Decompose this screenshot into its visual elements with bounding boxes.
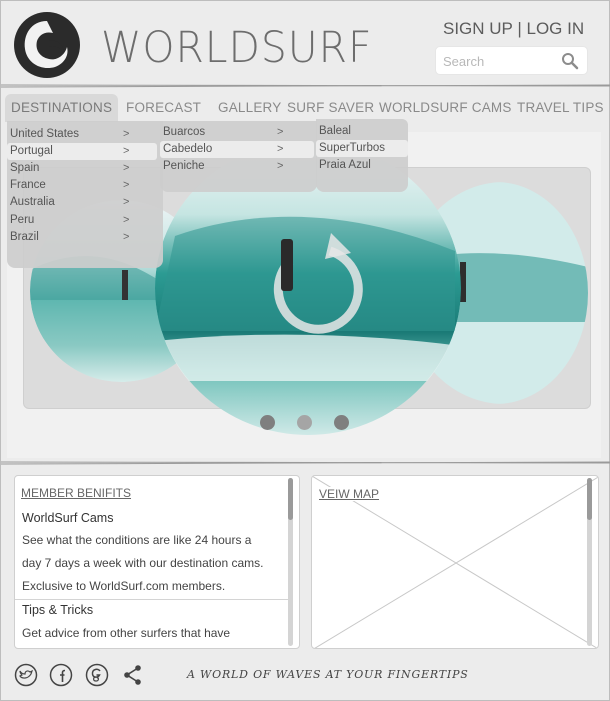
- section-text: Get advice from other surfers that have: [22, 622, 282, 645]
- text-line: Exclusive to WorldSurf.com members.: [22, 579, 226, 593]
- country-item-selected[interactable]: Portugal: [7, 143, 157, 160]
- scrollbar[interactable]: [587, 478, 592, 646]
- country-item[interactable]: Brazil: [7, 229, 163, 246]
- map-panel: VEIW MAP: [311, 475, 599, 649]
- scrollbar[interactable]: [288, 478, 293, 646]
- brand-title: WORLDSURF: [101, 23, 373, 73]
- spot-item-selected[interactable]: SuperTurbos: [316, 140, 408, 157]
- chevron-right-icon: >: [123, 214, 130, 226]
- section-title: WorldSurf Cams: [22, 511, 114, 525]
- search-icon[interactable]: [561, 52, 579, 70]
- log-in-link[interactable]: LOG IN: [526, 19, 584, 38]
- region-item[interactable]: Peniche: [160, 158, 317, 175]
- spot-dropdown: Baleal SuperTurbos Praia Azul: [316, 119, 408, 192]
- chevron-right-icon: >: [123, 196, 130, 208]
- country-item[interactable]: Peru: [7, 212, 163, 229]
- tab-forecast[interactable]: FORECAST: [126, 94, 201, 122]
- country-dropdown: United States Portugal Spain France Aust…: [7, 121, 163, 268]
- scrollbar-thumb[interactable]: [587, 478, 592, 520]
- section-title: Tips & Tricks: [22, 603, 94, 617]
- region-item-selected[interactable]: Cabedelo: [160, 141, 314, 158]
- country-item[interactable]: United States: [7, 126, 163, 143]
- text-line: See what the conditions are like 24 hour…: [22, 533, 252, 547]
- spot-item[interactable]: Praia Azul: [316, 157, 408, 174]
- country-item[interactable]: Spain: [7, 160, 163, 177]
- tab-travel-tips[interactable]: TRAVEL TIPS: [517, 94, 604, 122]
- map-placeholder[interactable]: [312, 476, 599, 649]
- sign-up-link[interactable]: SIGN UP: [443, 19, 513, 38]
- footer-tagline: A WORLD OF WAVES AT YOUR FINGERTIPS: [187, 668, 469, 681]
- carousel-dot-2[interactable]: [297, 415, 312, 430]
- member-benefits-heading[interactable]: MEMBER BENIFITS: [21, 486, 131, 500]
- carousel-dot-3[interactable]: [334, 415, 349, 430]
- content-divider: [1, 461, 610, 465]
- google-plus-icon[interactable]: [85, 663, 109, 687]
- twitter-icon[interactable]: [14, 663, 38, 687]
- chevron-right-icon: >: [123, 145, 130, 157]
- logo-icon: [14, 12, 80, 78]
- chevron-right-icon: >: [123, 162, 130, 174]
- view-map-link[interactable]: VEIW MAP: [319, 487, 380, 501]
- auth-separator: |: [517, 19, 522, 38]
- text-line: day 7 days a week with our destination c…: [22, 556, 264, 570]
- chevron-right-icon: >: [123, 179, 130, 191]
- text-line: Get advice from other surfers that have: [22, 626, 231, 640]
- search-box: [435, 46, 588, 75]
- country-item[interactable]: France: [7, 177, 163, 194]
- chevron-right-icon: >: [123, 231, 130, 243]
- region-dropdown: Buarcos Cabedelo Peniche > > >: [160, 121, 317, 192]
- tab-destinations[interactable]: DESTINATIONS: [5, 94, 119, 122]
- tab-worldsurf-cams[interactable]: WORLDSURF CAMS: [379, 94, 512, 122]
- facebook-icon[interactable]: [49, 663, 73, 687]
- auth-links: SIGN UP | LOG IN: [443, 19, 584, 39]
- region-item[interactable]: Buarcos: [160, 124, 317, 141]
- search-input[interactable]: [443, 52, 553, 70]
- chevron-right-icon: >: [277, 126, 284, 138]
- chevron-right-icon: >: [123, 128, 130, 140]
- main-nav: DESTINATIONS FORECAST GALLERY SURF SAVER…: [5, 94, 605, 122]
- section-text: See what the conditions are like 24 hour…: [22, 529, 282, 598]
- spot-item[interactable]: Baleal: [316, 123, 408, 140]
- scrollbar-thumb[interactable]: [288, 478, 293, 520]
- tab-surf-saver[interactable]: SURF SAVER: [287, 94, 374, 122]
- section-divider: [15, 599, 290, 600]
- share-icon[interactable]: [121, 663, 145, 687]
- page: WORLDSURF SIGN UP | LOG IN DESTINATIONS …: [0, 0, 610, 701]
- tab-gallery[interactable]: GALLERY: [218, 94, 281, 122]
- member-benefits-panel: MEMBER BENIFITS WorldSurf Cams See what …: [14, 475, 300, 649]
- chevron-right-icon: >: [277, 160, 284, 172]
- carousel-dot-1[interactable]: [260, 415, 275, 430]
- header-divider: [1, 84, 610, 88]
- chevron-right-icon: >: [277, 143, 284, 155]
- country-item[interactable]: Australia: [7, 194, 163, 211]
